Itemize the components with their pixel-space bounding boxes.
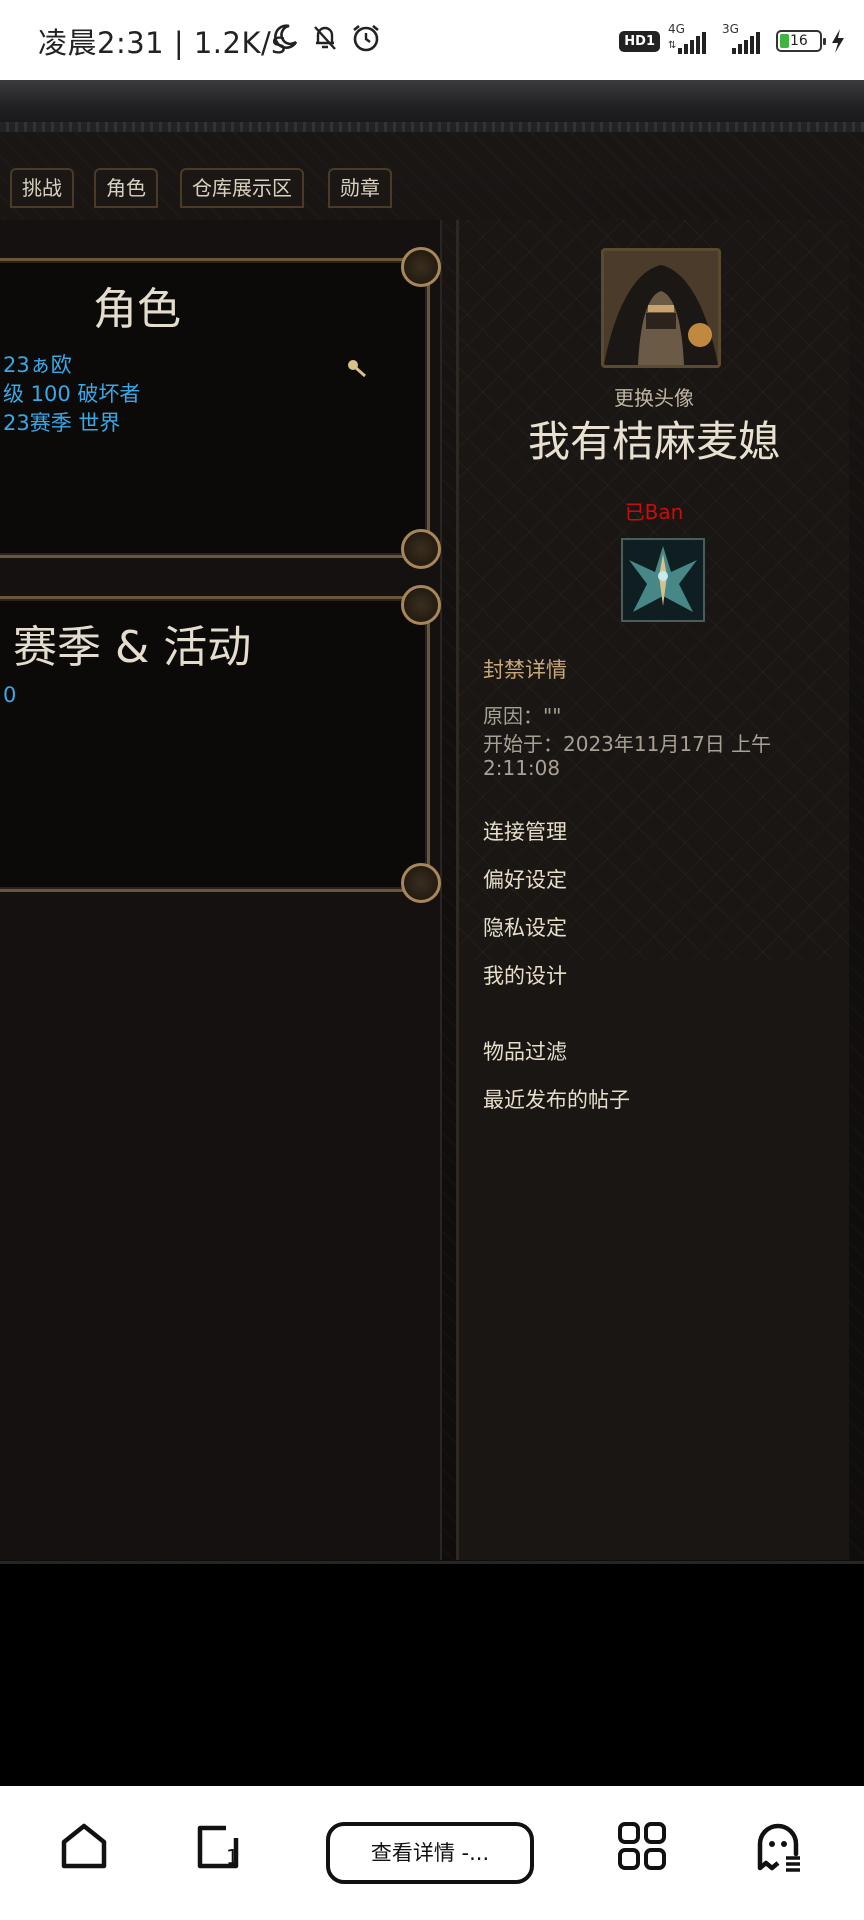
season-line[interactable]: 0 <box>3 683 16 707</box>
username: 我有桔麻麦媳 <box>527 417 780 466</box>
view-details-button[interactable]: 查看详情 -... <box>326 1822 534 1884</box>
status-time: 凌晨2:31 | 1.2K/s <box>38 26 287 60</box>
link-recent-posts[interactable]: 最近发布的帖子 <box>483 1084 630 1114</box>
svg-text:1: 1 <box>226 1845 239 1869</box>
profile-sidebar: 更换头像 我有桔麻麦媳 已Ban 封禁详情 原因："" 开始于：2023年11月… <box>456 220 849 1560</box>
grid-menu-icon[interactable] <box>612 1816 672 1876</box>
tab-stash-showcase[interactable]: 仓库展示区 <box>180 168 304 208</box>
bell-mute-icon <box>314 26 336 50</box>
web-page: 挑战 角色 仓库展示区 勋章 角色 23ぁ欧 级 100 破坏者 23赛季 世界… <box>0 80 864 1564</box>
roles-panel-title: 角色 <box>93 284 181 335</box>
link-privacy[interactable]: 隐私设定 <box>483 912 567 942</box>
signal-3g-icon: 3G <box>722 22 768 56</box>
browser-bottom-bar: 1 查看详情 -... <box>0 1786 864 1920</box>
role-line[interactable]: 23ぁ欧 <box>3 349 72 379</box>
link-item-filter[interactable]: 物品过滤 <box>483 1036 567 1066</box>
season-panel-title: 赛季 & 活动 <box>13 622 252 673</box>
tab-roles[interactable]: 角色 <box>94 168 158 208</box>
link-my-designs[interactable]: 我的设计 <box>483 960 567 990</box>
ban-start-date: 开始于：2023年11月17日 上午 <box>483 732 772 756</box>
signal-4g-icon: 4G ⇅ <box>668 22 714 56</box>
ghost-icon[interactable] <box>748 1816 808 1876</box>
winged-emblem-icon <box>623 540 703 620</box>
home-icon[interactable] <box>54 1816 114 1876</box>
emblem-badge[interactable] <box>621 538 705 622</box>
charging-icon <box>832 29 844 53</box>
tab-challenge[interactable]: 挑战 <box>10 168 74 208</box>
battery-icon: 16 <box>776 30 826 52</box>
moon-icon <box>274 24 298 49</box>
ban-reason: 原因："" <box>483 704 562 728</box>
ban-start-time: 2:11:08 <box>483 756 561 780</box>
hd-badge: HD1 <box>619 30 660 52</box>
status-badge: 已Ban <box>624 500 684 524</box>
change-avatar-link[interactable]: 更换头像 <box>459 382 849 411</box>
roles-panel: 角色 23ぁ欧 级 100 破坏者 23赛季 世界 <box>0 247 441 569</box>
role-line[interactable]: 23赛季 世界 <box>3 407 120 437</box>
status-bar: 凌晨2:31 | 1.2K/s HD1 4G ⇅ 3G 16 <box>0 0 864 80</box>
ban-details-title: 封禁详情 <box>483 658 567 682</box>
link-preferences[interactable]: 偏好设定 <box>483 864 567 894</box>
link-connections[interactable]: 连接管理 <box>483 816 567 846</box>
hooded-character-icon <box>604 251 718 365</box>
pin-icon[interactable] <box>345 357 367 379</box>
season-events-panel: 赛季 & 活动 0 <box>0 585 441 903</box>
header-frieze <box>0 80 864 132</box>
avatar[interactable] <box>601 248 721 368</box>
tab-medals[interactable]: 勋章 <box>328 168 392 208</box>
divider <box>0 1561 864 1564</box>
alarm-icon <box>353 24 379 52</box>
tabs-icon[interactable]: 1 <box>188 1816 248 1876</box>
role-line[interactable]: 级 100 破坏者 <box>3 378 140 408</box>
battery-level: 16 <box>790 33 808 49</box>
